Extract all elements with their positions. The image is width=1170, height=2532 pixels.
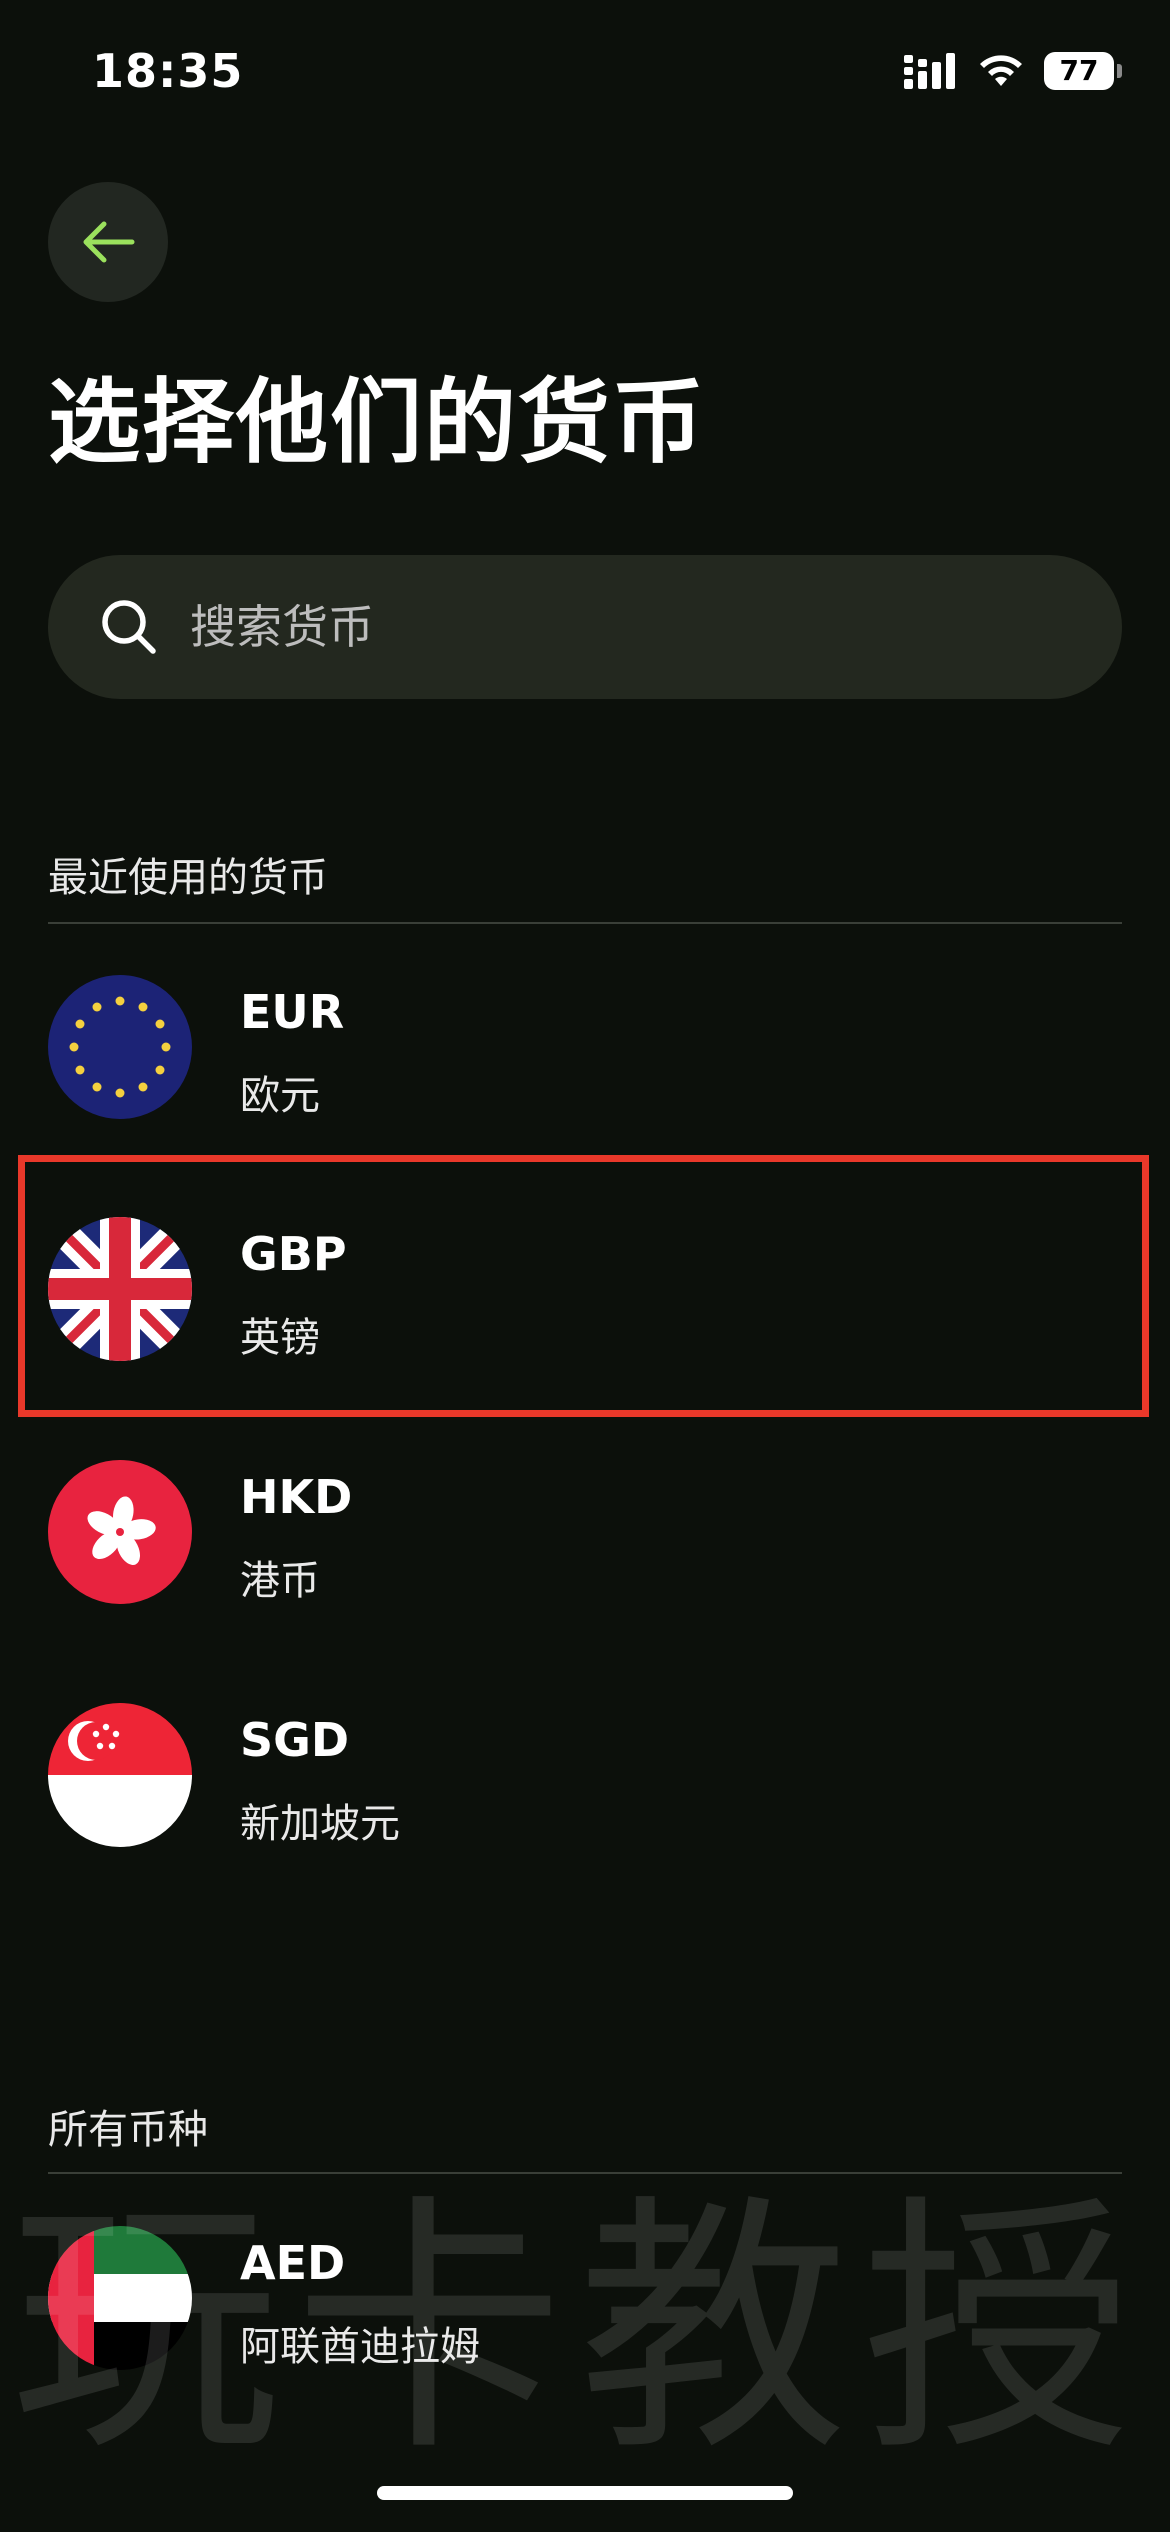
currency-name: 欧元 [240, 1073, 320, 1119]
wifi-icon [980, 55, 1022, 86]
status-time: 18:35 [92, 44, 244, 98]
currency-row-aed[interactable]: AED 阿联酋迪拉姆 [48, 2226, 1122, 2376]
currency-row-eur[interactable]: EUR 欧元 [48, 975, 1122, 1125]
section-header-recent: 最近使用的货币 [48, 855, 328, 901]
battery-icon: 77 [1044, 52, 1122, 90]
back-button[interactable] [48, 182, 168, 302]
page-title: 选择他们的货币 [48, 369, 707, 476]
home-indicator [377, 2486, 793, 2500]
section-header-all: 所有币种 [48, 2107, 208, 2153]
currency-code: HKD [240, 1470, 353, 1524]
search-input[interactable] [188, 599, 1072, 655]
hk-flag-icon [48, 1460, 192, 1604]
divider [48, 922, 1122, 924]
selection-highlight [18, 1155, 1149, 1417]
eu-flag-icon [48, 975, 192, 1119]
search-bar[interactable] [48, 555, 1122, 699]
status-icons: 77 [904, 52, 1122, 90]
currency-select-screen: 18:35 77 选择他们的货币 搜索货币 最近使用的货币 EUR 欧元 GBP… [0, 0, 1170, 2532]
currency-code: EUR [240, 985, 345, 1039]
status-bar: 18:35 77 [0, 0, 1170, 140]
currency-row-sgd[interactable]: SGD 新加坡元 [48, 1703, 1122, 1853]
search-icon [102, 600, 156, 654]
currency-name: 新加坡元 [240, 1801, 400, 1847]
currency-name: 港币 [240, 1558, 320, 1604]
arrow-left-icon [83, 221, 135, 263]
currency-name: 阿联酋迪拉姆 [240, 2324, 480, 2370]
uae-flag-icon [48, 2226, 192, 2370]
sg-flag-icon [48, 1703, 192, 1847]
signal-icon [904, 53, 955, 89]
currency-row-hkd[interactable]: HKD 港币 [48, 1460, 1122, 1610]
currency-code: SGD [240, 1713, 350, 1767]
currency-code: AED [240, 2236, 346, 2290]
divider [48, 2172, 1122, 2174]
